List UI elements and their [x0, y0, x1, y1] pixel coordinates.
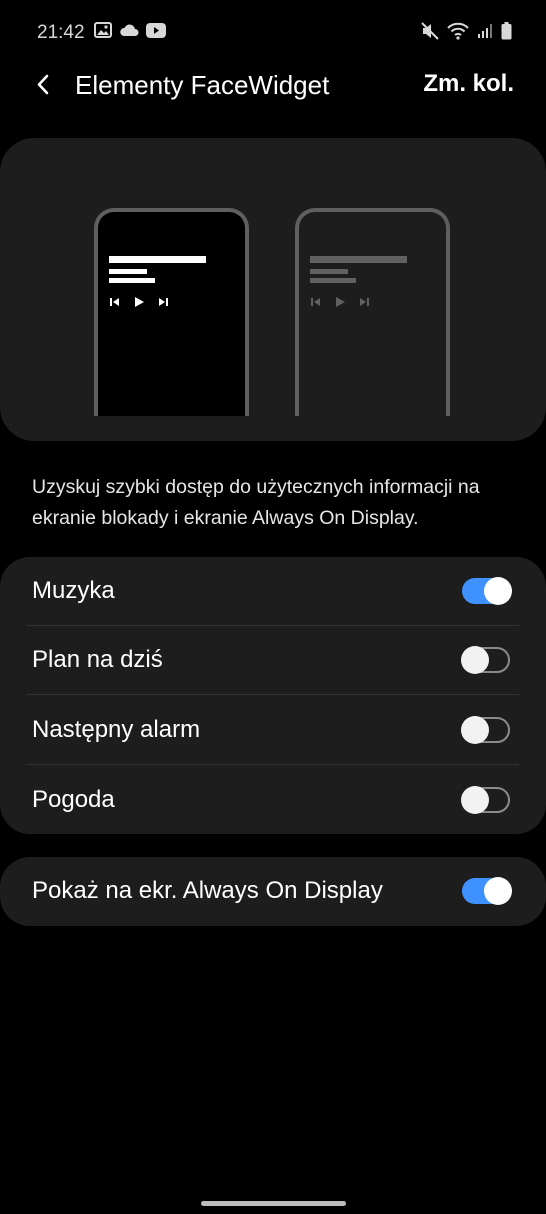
toggle-knob — [484, 877, 512, 905]
setting-label: Plan na dziś — [32, 646, 163, 673]
weather-toggle[interactable] — [461, 786, 510, 814]
toggle-knob — [484, 577, 512, 605]
preview-title-bar — [310, 256, 407, 263]
widget-items-card: Muzyka Plan na dziś Następny alarm Pogod… — [0, 557, 546, 834]
wifi-icon — [447, 22, 469, 45]
youtube-icon — [146, 22, 166, 43]
preview-line — [310, 269, 348, 274]
signal-icon — [477, 23, 493, 44]
previous-icon — [110, 294, 120, 312]
setting-label: Pogoda — [32, 786, 115, 813]
toggle-knob — [461, 786, 489, 814]
setting-row-aod[interactable]: Pokaż na ekr. Always On Display — [0, 857, 546, 926]
preview-line — [109, 269, 147, 274]
status-time: 21:42 — [37, 22, 85, 43]
setting-label: Muzyka — [32, 577, 115, 604]
setting-row-plan[interactable]: Plan na dziś — [0, 626, 546, 695]
back-arrow-icon[interactable] — [30, 70, 60, 100]
facewidget-preview — [0, 138, 546, 441]
preview-line — [109, 278, 155, 283]
aod-card: Pokaż na ekr. Always On Display — [0, 857, 546, 926]
description-text: Uzyskuj szybki dostęp do użytecznych inf… — [32, 476, 480, 529]
toggle-knob — [461, 716, 489, 744]
previous-icon — [311, 294, 321, 312]
status-bar: 21:42 — [0, 18, 546, 46]
preview-title-bar — [109, 256, 206, 263]
music-toggle[interactable] — [462, 577, 512, 605]
play-icon — [134, 294, 144, 312]
aod-toggle[interactable] — [462, 877, 512, 905]
setting-row-alarm[interactable]: Następny alarm — [0, 696, 546, 765]
page-title: Elementy FaceWidget — [75, 70, 330, 100]
divider — [27, 694, 519, 695]
setting-row-weather[interactable]: Pogoda — [0, 766, 546, 835]
home-indicator[interactable] — [201, 1201, 346, 1206]
setting-label: Następny alarm — [32, 716, 201, 743]
alarm-toggle[interactable] — [461, 716, 510, 744]
next-icon — [359, 294, 369, 312]
cloud-icon — [119, 23, 139, 42]
next-icon — [158, 294, 168, 312]
change-color-button[interactable]: Zm. kol. — [423, 70, 514, 98]
play-icon — [335, 294, 345, 312]
setting-label: Pokaż na ekr. Always On Display — [32, 877, 383, 904]
battery-icon — [501, 22, 512, 45]
app-bar: Elementy FaceWidget Zm. kol. — [0, 60, 546, 112]
mute-icon — [421, 22, 439, 45]
preview-phone-dark — [94, 208, 249, 416]
image-icon — [94, 22, 112, 43]
toggle-knob — [461, 646, 489, 674]
preview-phone-light — [295, 208, 450, 416]
divider — [27, 764, 519, 765]
plan-toggle[interactable] — [461, 646, 510, 674]
preview-line — [310, 278, 356, 283]
setting-row-music[interactable]: Muzyka — [0, 557, 546, 626]
